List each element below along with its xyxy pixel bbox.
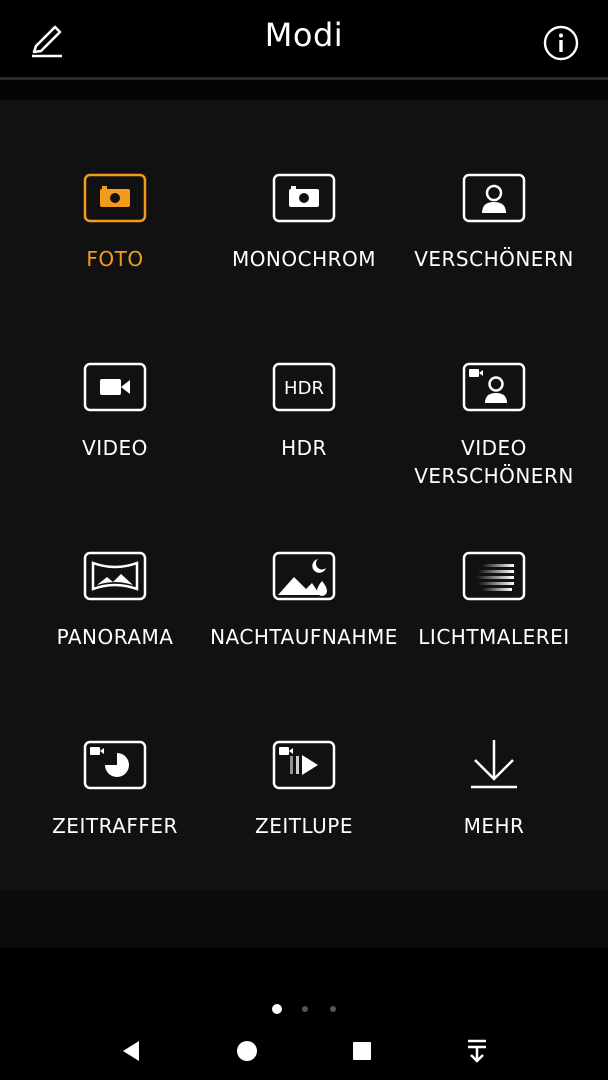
page-dot[interactable] xyxy=(302,1006,308,1012)
home-circle-icon[interactable] xyxy=(232,1036,262,1066)
mode-label: FOTO xyxy=(86,247,144,271)
mode-hdr[interactable]: HDR HDR xyxy=(204,362,404,522)
hdr-icon-text: HDR xyxy=(284,378,324,399)
portrait-icon xyxy=(462,173,526,223)
mode-label: VIDEO xyxy=(82,436,148,460)
video-icon xyxy=(83,362,147,412)
hdr-icon: HDR xyxy=(272,362,336,412)
download-icon xyxy=(471,740,517,789)
mode-lichtmalerei[interactable]: LICHTMALEREI xyxy=(394,551,594,711)
mode-zeitlupe[interactable]: ZEITLUPE xyxy=(204,740,404,900)
slow-motion-icon xyxy=(272,740,336,790)
mode-verschoenern[interactable]: VERSCHÖNERN xyxy=(394,173,594,333)
info-icon[interactable] xyxy=(542,24,580,62)
recent-square-icon[interactable] xyxy=(347,1036,377,1066)
page-indicator xyxy=(0,1003,608,1015)
lower-panel xyxy=(0,890,608,948)
mode-zeitraffer[interactable]: ZEITRAFFER xyxy=(15,740,215,900)
mode-label: ZEITRAFFER xyxy=(52,814,178,838)
mode-foto[interactable]: FOTO xyxy=(15,173,215,333)
mode-label: ZEITLUPE xyxy=(255,814,353,838)
mode-label: PANORAMA xyxy=(56,625,174,649)
modes-grid: FOTO MONOCHROM VERSCHÖNERN VIDEO HDR HDR… xyxy=(0,100,608,890)
mode-label: LICHTMALEREI xyxy=(418,625,570,649)
timelapse-icon xyxy=(83,740,147,790)
mode-nachtaufnahme[interactable]: NACHTAUFNAHME xyxy=(204,551,404,711)
light-painting-icon xyxy=(462,551,526,601)
video-portrait-icon xyxy=(462,362,526,412)
notification-pull-down-icon[interactable] xyxy=(462,1036,492,1066)
mode-label: MEHR xyxy=(463,814,525,838)
page-dot-active[interactable] xyxy=(272,1004,282,1014)
mode-label: NACHTAUFNAHME xyxy=(210,625,398,649)
mode-label: HDR xyxy=(281,436,327,460)
night-icon xyxy=(272,551,336,601)
top-bar: Modi xyxy=(0,0,608,80)
header-strip xyxy=(0,80,608,100)
page-dot[interactable] xyxy=(330,1006,336,1012)
mode-video-verschoenern[interactable]: VIDEO VERSCHÖNERN xyxy=(394,362,594,522)
page-title: Modi xyxy=(264,16,344,54)
mode-label: MONOCHROM xyxy=(231,247,377,271)
mode-label: VERSCHÖNERN xyxy=(414,247,574,271)
mode-panorama[interactable]: PANORAMA xyxy=(15,551,215,711)
navigation-bar xyxy=(0,1030,608,1070)
mode-video[interactable]: VIDEO xyxy=(15,362,215,522)
mode-label: VIDEO VERSCHÖNERN xyxy=(414,436,574,488)
camera-mono-icon xyxy=(272,173,336,223)
mode-mehr[interactable]: MEHR xyxy=(394,740,594,900)
camera-icon xyxy=(83,173,147,223)
back-triangle-icon[interactable] xyxy=(117,1036,147,1066)
panorama-icon xyxy=(83,551,147,601)
camera-modes-screen: Modi FOTO MONOCHROM VERSCHÖNERN VIDEO HD… xyxy=(0,0,608,1080)
modes-panel: FOTO MONOCHROM VERSCHÖNERN VIDEO HDR HDR… xyxy=(0,100,608,890)
mode-monochrom[interactable]: MONOCHROM xyxy=(204,173,404,333)
